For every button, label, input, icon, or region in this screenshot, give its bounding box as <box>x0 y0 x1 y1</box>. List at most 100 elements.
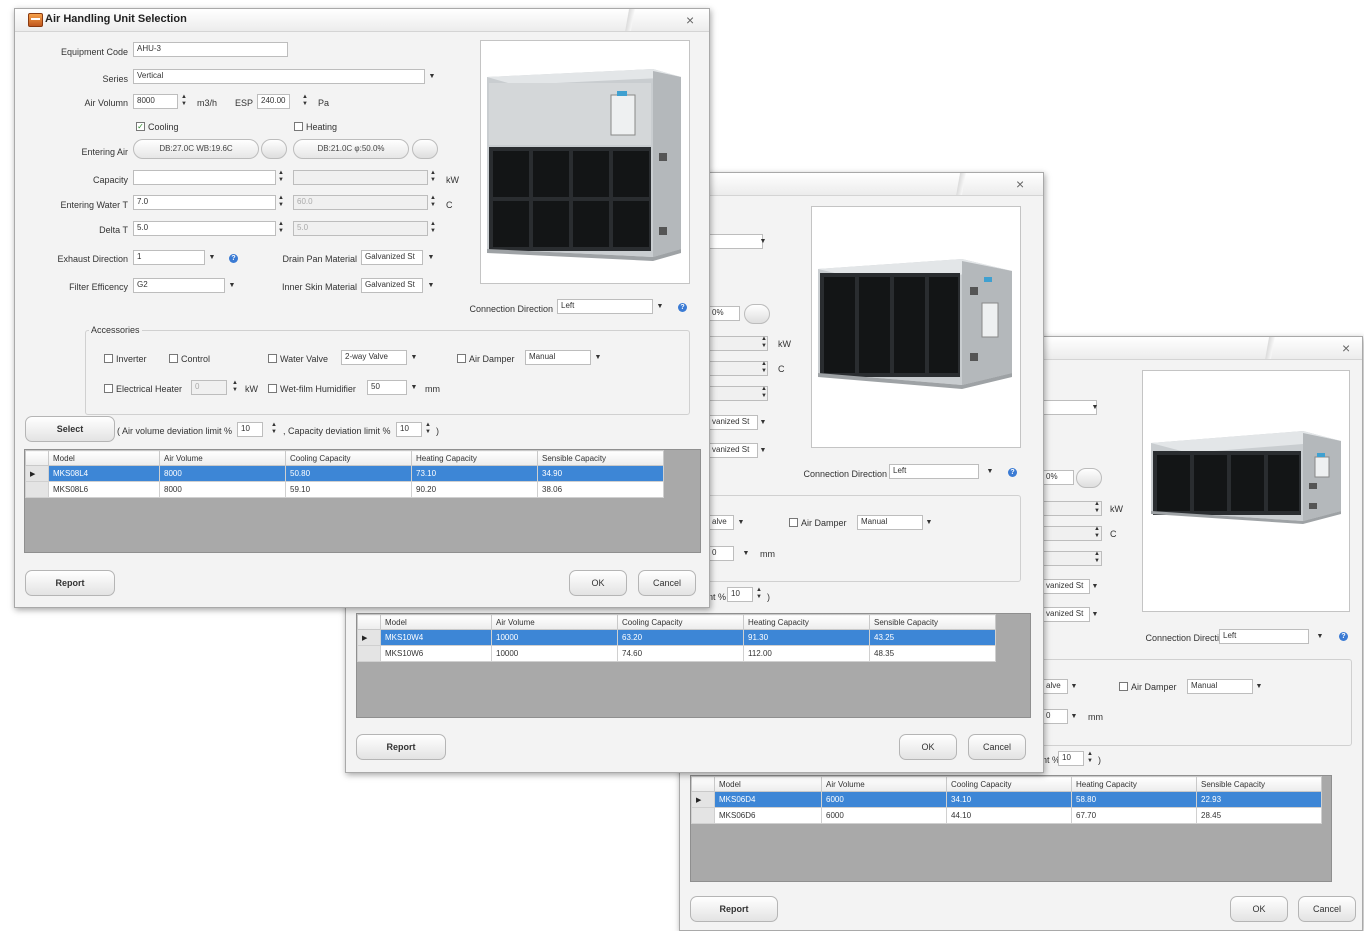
water-valve-type-select[interactable]: alve <box>708 515 734 530</box>
results-table[interactable]: Model Air Volume Cooling Capacity Heatin… <box>24 449 701 553</box>
capacity-limit-field[interactable]: 10 <box>396 422 422 437</box>
equipment-code-field[interactable]: AHU-3 <box>133 42 288 57</box>
inverter-checkbox[interactable] <box>104 354 113 363</box>
spinner-icon[interactable]: ▲ ▼ <box>755 587 763 602</box>
spinner-icon[interactable]: ▲ ▼ <box>1093 501 1101 516</box>
column-header-sensible-capacity[interactable]: Sensible Capacity <box>1196 776 1322 792</box>
cancel-button[interactable]: Cancel <box>1298 896 1356 922</box>
help-icon[interactable]: ? <box>1008 468 1017 477</box>
series-select[interactable] <box>708 234 763 249</box>
humidifier-value-field[interactable]: 0 <box>708 546 734 561</box>
select-button[interactable]: Select <box>25 416 115 442</box>
report-button[interactable]: Report <box>356 734 446 760</box>
column-header-sensible-capacity[interactable]: Sensible Capacity <box>869 614 996 630</box>
report-button[interactable]: Report <box>25 570 115 596</box>
chevron-down-icon[interactable]: ▼ <box>742 546 750 561</box>
help-icon[interactable]: ? <box>229 254 238 263</box>
results-table[interactable]: Model Air Volume Cooling Capacity Heatin… <box>356 613 1031 718</box>
humidifier-checkbox[interactable] <box>268 384 277 393</box>
humidifier-value-field[interactable]: 0 <box>1042 709 1068 724</box>
column-header-cooling-capacity[interactable]: Cooling Capacity <box>617 614 744 630</box>
title-bar[interactable]: Air Handling Unit Selection × <box>15 9 709 32</box>
cooling-checkbox[interactable]: ✓ <box>136 122 145 131</box>
chevron-down-icon[interactable]: ▼ <box>1091 400 1099 415</box>
column-header-cooling-capacity[interactable]: Cooling Capacity <box>946 776 1072 792</box>
entering-water-t-field[interactable]: 7.0 <box>133 195 276 210</box>
spinner-icon[interactable]: ▲ ▼ <box>1093 526 1101 541</box>
capacity-limit-field[interactable]: 10 <box>727 587 753 602</box>
help-icon[interactable]: ? <box>1339 632 1348 641</box>
chevron-down-icon[interactable]: ▼ <box>1091 607 1099 622</box>
spinner-icon[interactable]: ▲ ▼ <box>231 380 239 395</box>
drain-pan-material-select[interactable]: vanized St <box>1042 579 1090 594</box>
air-volume-limit-field[interactable]: 10 <box>237 422 263 437</box>
air-damper-type-select[interactable]: Manual <box>1187 679 1253 694</box>
column-header-air-volume[interactable]: Air Volume <box>491 614 618 630</box>
chevron-down-icon[interactable]: ▼ <box>410 350 418 365</box>
entering-air-heating-button[interactable] <box>1076 468 1102 488</box>
ok-button[interactable]: OK <box>569 570 627 596</box>
water-valve-type-select[interactable]: alve <box>1042 679 1068 694</box>
entering-air-heating-field[interactable]: 0% <box>1042 470 1074 485</box>
report-button[interactable]: Report <box>690 896 778 922</box>
capacity-heating-field[interactable] <box>293 170 428 185</box>
inner-skin-material-select[interactable]: vanized St <box>1042 607 1090 622</box>
inner-skin-material-select[interactable]: vanized St <box>708 443 758 458</box>
column-header-cooling-capacity[interactable]: Cooling Capacity <box>285 450 412 466</box>
spinner-icon[interactable]: ▲ ▼ <box>760 361 768 376</box>
drain-pan-material-select[interactable]: Galvanized St <box>361 250 423 265</box>
filter-efficiency-select[interactable]: G2 <box>133 278 225 293</box>
cancel-button[interactable]: Cancel <box>638 570 696 596</box>
chevron-down-icon[interactable]: ▼ <box>737 515 745 530</box>
table-row[interactable]: ▶ MKS08L4 8000 50.80 73.10 34.90 <box>25 465 664 482</box>
chevron-down-icon[interactable]: ▼ <box>1091 579 1099 594</box>
chevron-down-icon[interactable]: ▼ <box>925 515 933 530</box>
column-header-air-volume[interactable]: Air Volume <box>821 776 947 792</box>
spinner-icon[interactable]: ▲ ▼ <box>1086 751 1094 766</box>
humidifier-value-field[interactable]: 50 <box>367 380 407 395</box>
chevron-down-icon[interactable]: ▼ <box>428 69 436 84</box>
spinner-icon[interactable]: ▲ ▼ <box>277 195 285 210</box>
spinner-icon[interactable]: ▲ ▼ <box>1093 551 1101 566</box>
table-row[interactable]: MKS06D6 6000 44.10 67.70 28.45 <box>691 807 1322 824</box>
chevron-down-icon[interactable]: ▼ <box>759 415 767 430</box>
ok-button[interactable]: OK <box>1230 896 1288 922</box>
chevron-down-icon[interactable]: ▼ <box>1255 679 1263 694</box>
chevron-down-icon[interactable]: ▼ <box>759 443 767 458</box>
entering-air-cooling-button[interactable]: DB:27.0C WB:19.6C <box>133 139 259 159</box>
capacity-heating-field[interactable] <box>708 336 768 351</box>
connection-direction-select[interactable]: Left <box>889 464 979 479</box>
column-header-model[interactable]: Model <box>380 614 492 630</box>
electrical-heater-checkbox[interactable] <box>104 384 113 393</box>
connection-direction-select[interactable]: Left <box>557 299 653 314</box>
entering-air-heating-field[interactable]: 0% <box>708 306 740 321</box>
electrical-heater-field[interactable]: 0 <box>191 380 227 395</box>
spinner-icon[interactable]: ▲ ▼ <box>277 221 285 236</box>
chevron-down-icon[interactable]: ▼ <box>427 250 435 265</box>
spinner-icon[interactable]: ▲ ▼ <box>277 170 285 185</box>
inner-skin-material-select[interactable]: Galvanized St <box>361 278 423 293</box>
spinner-icon[interactable]: ▲ ▼ <box>180 94 188 109</box>
water-valve-type-select[interactable]: 2-way Valve <box>341 350 407 365</box>
table-row[interactable]: ▶ MKS06D4 6000 34.10 58.80 22.93 <box>691 791 1322 808</box>
chevron-down-icon[interactable]: ▼ <box>427 278 435 293</box>
close-icon[interactable]: × <box>1016 176 1024 192</box>
chevron-down-icon[interactable]: ▼ <box>1316 629 1324 644</box>
delta-t-heating-field[interactable] <box>708 386 768 401</box>
spinner-icon[interactable]: ▲ ▼ <box>301 94 309 109</box>
capacity-limit-field[interactable]: 10 <box>1058 751 1084 766</box>
column-header-heating-capacity[interactable]: Heating Capacity <box>1071 776 1197 792</box>
chevron-down-icon[interactable]: ▼ <box>410 380 418 395</box>
column-header-model[interactable]: Model <box>48 450 160 466</box>
results-table[interactable]: Model Air Volume Cooling Capacity Heatin… <box>690 775 1332 882</box>
spinner-icon[interactable]: ▲ ▼ <box>429 195 437 210</box>
column-header-heating-capacity[interactable]: Heating Capacity <box>743 614 870 630</box>
water-temp-heating-field[interactable] <box>708 361 768 376</box>
chevron-down-icon[interactable]: ▼ <box>759 234 767 249</box>
water-valve-checkbox[interactable] <box>268 354 277 363</box>
chevron-down-icon[interactable]: ▼ <box>594 350 602 365</box>
spinner-icon[interactable]: ▲ ▼ <box>270 422 278 437</box>
drain-pan-material-select[interactable]: vanized St <box>708 415 758 430</box>
delta-t-field[interactable]: 5.0 <box>133 221 276 236</box>
exhaust-direction-select[interactable]: 1 <box>133 250 205 265</box>
